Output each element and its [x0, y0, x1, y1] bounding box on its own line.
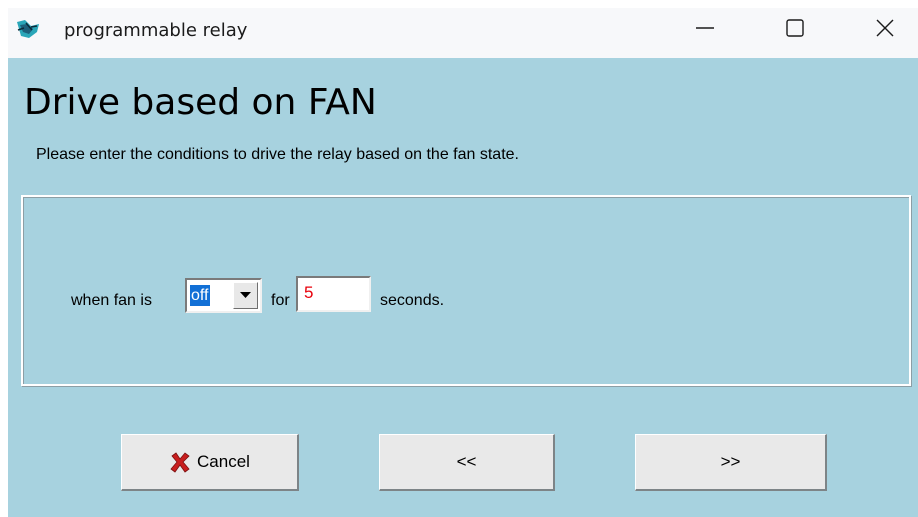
seconds-input[interactable]: 5	[296, 276, 371, 312]
page-title: Drive based on FAN	[24, 82, 377, 123]
cancel-label: Cancel	[197, 452, 250, 471]
when-fan-label: when fan is	[71, 292, 152, 309]
maximize-icon	[786, 19, 804, 37]
minimize-button[interactable]	[674, 8, 736, 48]
next-button[interactable]: >>	[635, 434, 827, 491]
back-label: <<	[456, 452, 477, 471]
title-bar: programmable relay	[8, 8, 918, 58]
cancel-button[interactable]: Cancel	[121, 434, 299, 491]
for-label: for	[271, 292, 290, 309]
next-label: >>	[720, 452, 741, 471]
conditions-group	[21, 195, 911, 386]
window-title: programmable relay	[64, 20, 248, 41]
dropdown-button[interactable]	[233, 282, 258, 309]
fan-state-value: off	[190, 285, 210, 306]
maximize-button[interactable]	[764, 8, 826, 48]
close-button[interactable]	[854, 8, 916, 48]
fan-state-select[interactable]: off	[185, 278, 262, 313]
red-x-icon	[170, 452, 190, 473]
relay-app-icon	[17, 20, 39, 38]
close-icon	[876, 19, 894, 37]
chevron-down-icon	[240, 292, 251, 298]
page-subtitle: Please enter the conditions to drive the…	[36, 146, 519, 163]
back-button[interactable]: <<	[379, 434, 555, 491]
seconds-label: seconds.	[380, 292, 445, 309]
minimize-icon	[696, 27, 714, 29]
app-window: programmable relay Drive based on FAN Pl…	[8, 8, 918, 517]
